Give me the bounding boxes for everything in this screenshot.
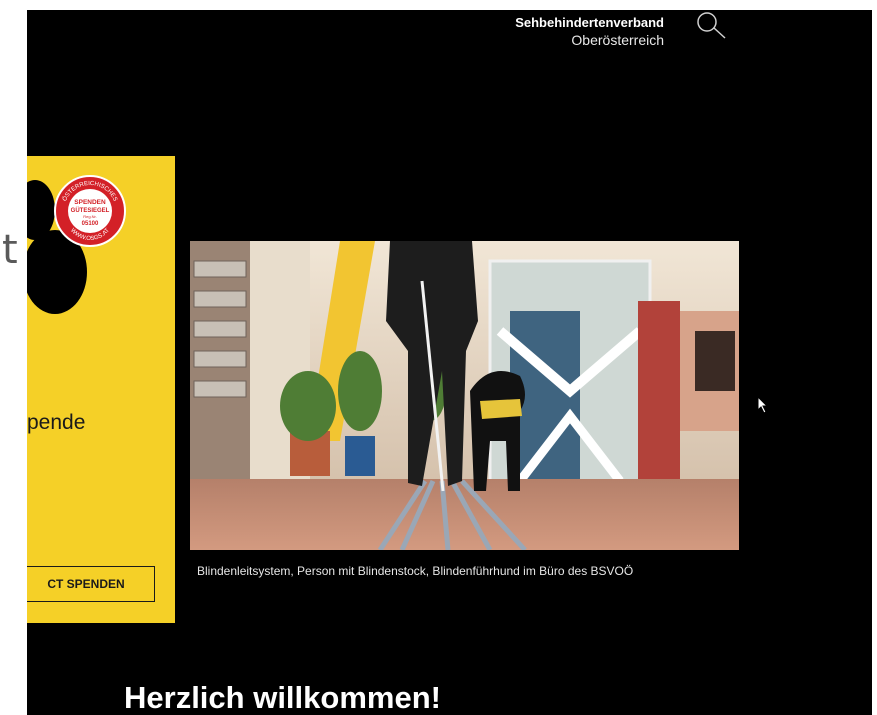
search-icon[interactable] xyxy=(693,10,733,42)
mouse-cursor-icon xyxy=(757,396,769,414)
seal-line3: Reg.Nr. xyxy=(83,214,97,219)
brand-name: Sehbehindertenverband xyxy=(515,15,664,30)
donate-button[interactable]: CT SPENDEN xyxy=(27,566,155,602)
left-gutter: t xyxy=(0,0,27,715)
seal-line1: SPENDEN xyxy=(74,199,106,206)
seal-line2: GÜTESIEGEL xyxy=(71,207,110,214)
brand-logo-text[interactable]: Sehbehindertenverband Oberösterreich xyxy=(515,14,664,50)
spenden-guetesiegel-seal: ÖSTERREICHISCHES WWW.OSGS.AT SPENDEN GÜT… xyxy=(54,175,126,247)
seal-number: 05100 xyxy=(82,221,99,227)
donation-panel: ÖSTERREICHISCHES WWW.OSGS.AT SPENDEN GÜT… xyxy=(27,156,175,623)
hero-caption: Blindenleitsystem, Person mit Blindensto… xyxy=(197,564,634,578)
partial-heading-letter: t xyxy=(2,227,18,273)
welcome-heading: Herzlich willkommen! xyxy=(124,680,441,715)
page: Sehbehindertenverband Oberösterreich ÖST… xyxy=(27,10,872,715)
brand-subtitle: Oberösterreich xyxy=(571,32,664,48)
donation-heading: pende xyxy=(27,411,86,434)
hero-image xyxy=(190,241,739,550)
